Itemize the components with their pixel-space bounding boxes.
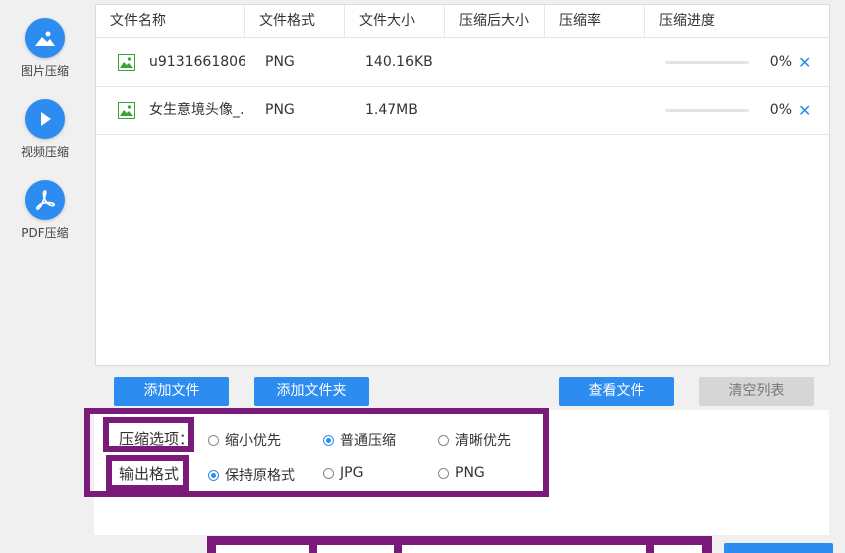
progress-percent: 0%	[769, 54, 792, 70]
radio-dot	[438, 434, 449, 446]
table-header: 文件名称 文件格式 文件大小 压缩后大小 压缩率 压缩进度	[96, 5, 829, 38]
table-row[interactable]: u9131661806... PNG 140.16KB 0% ✕	[96, 39, 829, 87]
sidebar-item-video-compress[interactable]: 视频压缩	[0, 99, 90, 160]
radio-dot-selected	[323, 434, 334, 446]
file-size: 1.47MB	[365, 102, 418, 118]
progress-bar	[665, 109, 749, 112]
output-format-label: 输出格式	[119, 465, 180, 483]
radio-label: 保持原格式	[225, 468, 295, 484]
table-row[interactable]: 女生意境头像_... PNG 1.47MB 0% ✕	[96, 87, 829, 135]
radio-label: 清晰优先	[455, 433, 511, 449]
pdf-icon	[25, 180, 65, 220]
radio-dot	[323, 467, 334, 479]
remove-file-button[interactable]: ✕	[798, 39, 811, 86]
bottom-field[interactable]	[317, 545, 394, 553]
radio-compress-clear[interactable]: 清晰优先	[438, 430, 511, 450]
radio-label: 普通压缩	[340, 433, 396, 449]
progress-percent: 0%	[769, 102, 792, 118]
view-files-button[interactable]: 查看文件	[559, 377, 674, 406]
column-header-compressed-size: 压缩后大小	[445, 5, 545, 37]
bottom-field[interactable]	[654, 545, 702, 553]
radio-label: 缩小优先	[225, 433, 281, 449]
add-file-button[interactable]: 添加文件	[114, 377, 229, 406]
sidebar: 图片压缩 视频压缩 PDF压缩	[0, 0, 90, 553]
column-header-filename: 文件名称	[96, 5, 245, 37]
radio-compress-normal[interactable]: 普通压缩	[323, 430, 396, 450]
compress-options-label: 压缩选项：	[119, 430, 195, 448]
radio-label: JPG	[340, 465, 364, 481]
radio-format-original[interactable]: 保持原格式	[208, 465, 295, 485]
radio-label: PNG	[455, 465, 485, 481]
clear-list-button[interactable]: 清空列表	[699, 377, 814, 406]
radio-format-jpg[interactable]: JPG	[323, 465, 363, 481]
sidebar-item-pdf-compress[interactable]: PDF压缩	[0, 180, 90, 241]
radio-dot	[438, 467, 449, 479]
sidebar-item-label: 图片压缩	[20, 64, 69, 78]
bottom-action-button[interactable]	[724, 543, 833, 553]
image-icon	[25, 18, 65, 58]
progress-bar	[665, 61, 749, 64]
remove-file-button[interactable]: ✕	[798, 87, 811, 134]
column-header-format: 文件格式	[245, 5, 345, 37]
play-icon	[25, 99, 65, 139]
radio-format-png[interactable]: PNG	[438, 465, 485, 481]
column-header-ratio: 压缩率	[545, 5, 645, 37]
radio-compress-smaller[interactable]: 缩小优先	[208, 430, 281, 450]
radio-dot	[208, 434, 219, 446]
file-name: u9131661806...	[149, 54, 245, 70]
sidebar-item-image-compress[interactable]: 图片压缩	[0, 18, 90, 79]
bottom-field[interactable]	[216, 545, 309, 553]
radio-dot-selected	[208, 469, 219, 481]
sidebar-item-label: 视频压缩	[20, 145, 69, 159]
column-header-size: 文件大小	[345, 5, 445, 37]
image-file-icon	[118, 102, 135, 119]
bottom-field[interactable]	[402, 545, 646, 553]
sidebar-item-label: PDF压缩	[21, 226, 69, 240]
file-size: 140.16KB	[365, 54, 433, 70]
file-list-panel: 文件名称 文件格式 文件大小 压缩后大小 压缩率 压缩进度 u913166180…	[95, 4, 830, 366]
column-header-progress: 压缩进度	[659, 13, 715, 29]
file-name: 女生意境头像_...	[149, 102, 245, 118]
image-file-icon	[118, 54, 135, 71]
add-folder-button[interactable]: 添加文件夹	[254, 377, 369, 406]
file-format: PNG	[265, 54, 295, 70]
file-format: PNG	[265, 102, 295, 118]
